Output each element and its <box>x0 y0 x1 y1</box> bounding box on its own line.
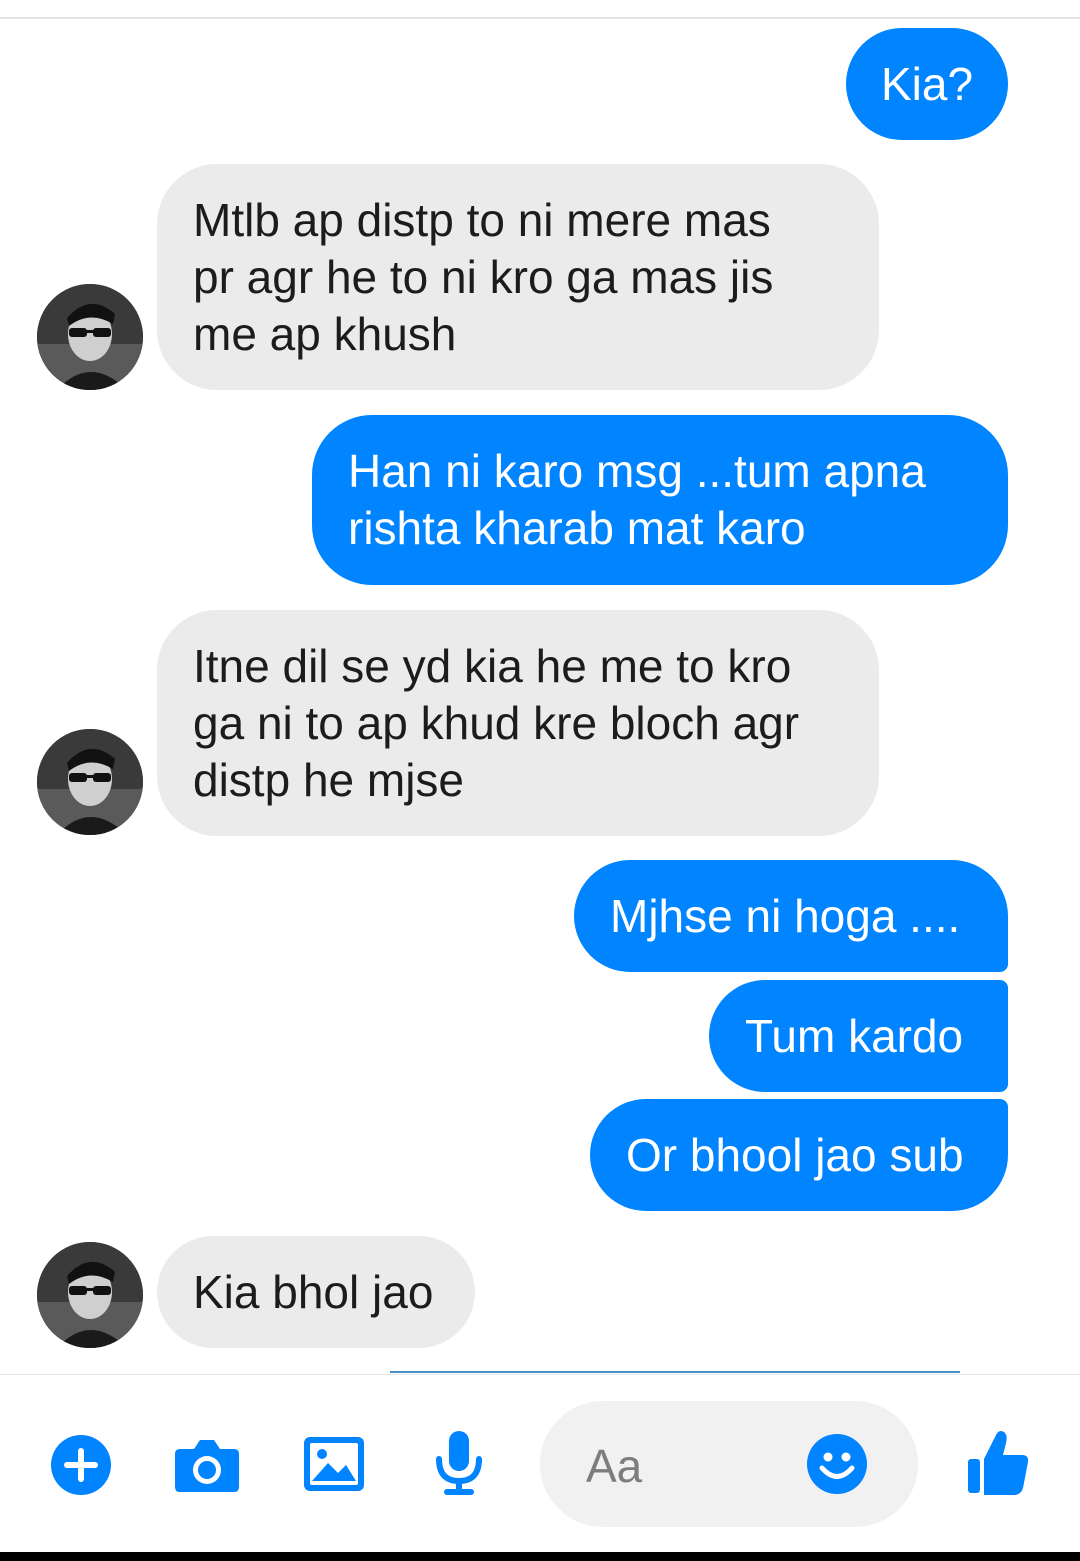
message-text: Itne dil se yd kia he me to kro ga ni to… <box>193 639 800 806</box>
thumbs-up-icon[interactable] <box>966 1429 1030 1502</box>
incoming-message[interactable]: Itne dil se yd kia he me to kro ga ni to… <box>157 610 879 836</box>
message-input-placeholder: Aa <box>586 1440 643 1492</box>
message-text: Mjhse ni hoga .... <box>610 889 961 942</box>
plus-icon[interactable] <box>50 1434 112 1501</box>
message-text: Tum kardo <box>745 1009 964 1062</box>
contact-avatar[interactable] <box>37 729 143 835</box>
composer-bar: Aa <box>0 1374 1080 1552</box>
scroll-indicator <box>390 1371 960 1373</box>
image-icon[interactable] <box>302 1435 366 1498</box>
microphone-icon[interactable] <box>434 1429 484 1502</box>
outgoing-message[interactable]: Tum kardo <box>709 980 1008 1092</box>
message-text: Kia bhol jao <box>193 1265 434 1318</box>
incoming-message[interactable]: Kia bhol jao <box>157 1236 475 1348</box>
system-nav-bar <box>0 1552 1080 1561</box>
message-text: Or bhool jao sub <box>626 1128 964 1181</box>
message-text: Han ni karo msg ...tum apna rishta khara… <box>348 445 926 554</box>
contact-avatar[interactable] <box>37 1242 143 1348</box>
camera-icon[interactable] <box>174 1437 240 1498</box>
outgoing-message[interactable]: Kia? <box>846 28 1008 140</box>
outgoing-message[interactable]: Han ni karo msg ...tum apna rishta khara… <box>312 415 1008 585</box>
message-thread[interactable]: Kia? Mtlb ap distp to ni mere mas pr agr… <box>0 0 1080 1372</box>
contact-avatar[interactable] <box>37 284 143 390</box>
message-input[interactable]: Aa <box>540 1401 918 1527</box>
message-text: Mtlb ap distp to ni mere mas pr agr he t… <box>193 193 774 360</box>
outgoing-message[interactable]: Or bhool jao sub <box>590 1099 1008 1211</box>
outgoing-message[interactable]: Mjhse ni hoga .... <box>574 860 1008 972</box>
message-text: Kia? <box>880 57 974 110</box>
incoming-message[interactable]: Mtlb ap distp to ni mere mas pr agr he t… <box>157 164 879 390</box>
emoji-icon[interactable] <box>806 1433 868 1500</box>
